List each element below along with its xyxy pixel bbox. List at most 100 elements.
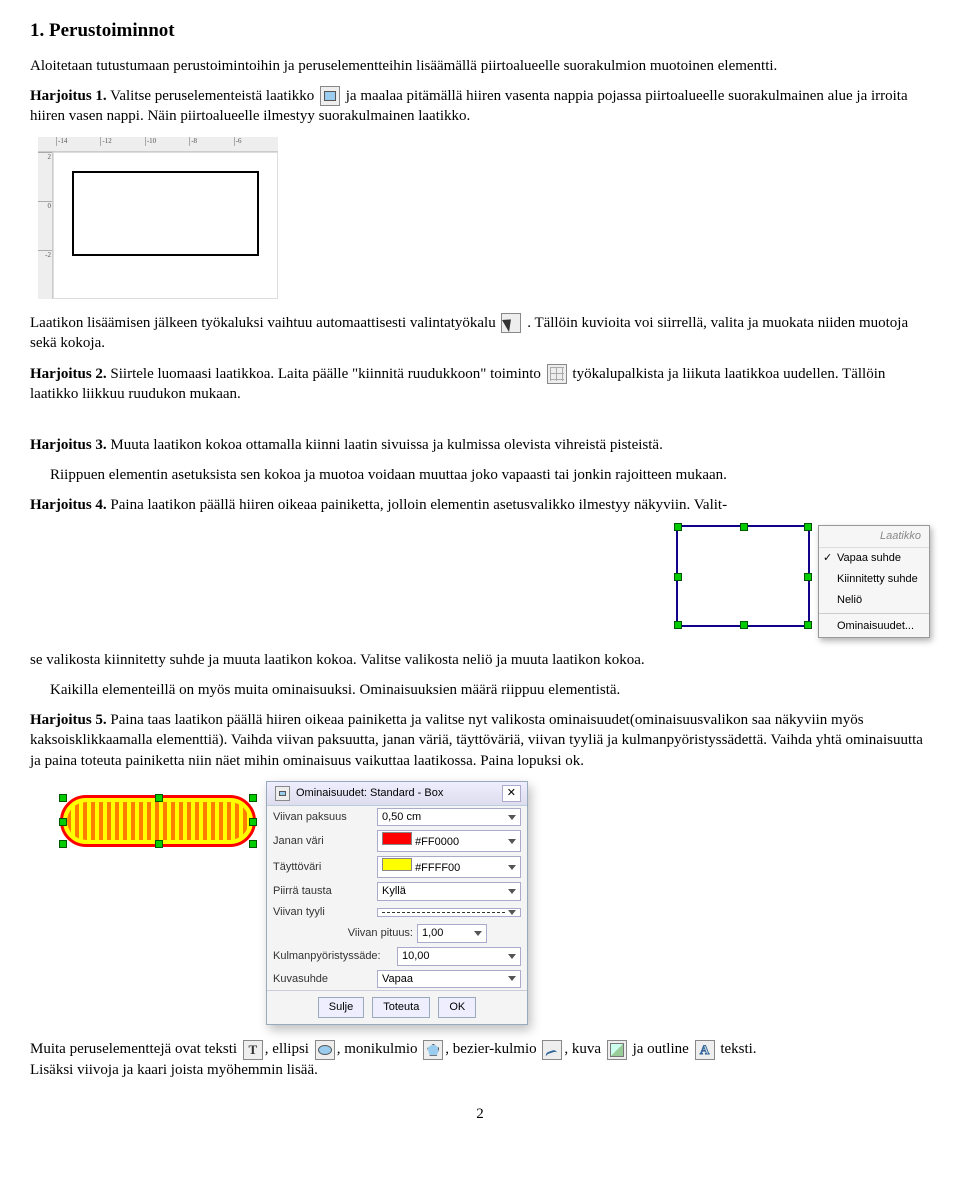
text-span: Siirtele luomaasi laatikkoa. Laita pääll… — [110, 366, 540, 382]
exercise-5: Harjoitus 5. Paina taas laatikon päällä … — [30, 710, 930, 771]
resize-handle-icon — [740, 523, 748, 531]
shape-fill-pattern — [67, 802, 249, 840]
text-span: Paina taas laatikon päällä hiiren oikeaa… — [30, 712, 923, 769]
color-swatch-icon — [382, 832, 412, 845]
chevron-down-icon — [508, 889, 516, 894]
after-figure-1-text: Laatikon lisäämisen jälkeen työkaluksi v… — [30, 313, 930, 354]
apply-button[interactable]: Toteuta — [372, 997, 430, 1018]
text-span: Paina laatikon päällä hiiren oikeaa pain… — [110, 497, 727, 513]
text-span: Muuta laatikon kokoa ottamalla kiinni la… — [110, 437, 662, 453]
field-line-width[interactable]: 0,50 cm — [377, 808, 521, 827]
menu-item-fixed-ratio[interactable]: Kiinnitetty suhde — [819, 569, 929, 590]
resize-handle-icon — [674, 523, 682, 531]
image-tool-icon — [607, 1040, 627, 1060]
field-corner-radius[interactable]: 10,00 — [397, 947, 521, 966]
polygon-tool-icon — [423, 1040, 443, 1060]
exercise-1-text-before: Valitse peruselementeistä laatikko — [110, 88, 314, 104]
dialog-titlebar: Ominaisuudet: Standard - Box ✕ — [267, 782, 527, 806]
resize-handle-icon — [804, 621, 812, 629]
bezier-tool-icon — [542, 1040, 562, 1060]
label-line-length: Viivan pituus: — [273, 926, 413, 941]
ruler-tick: -8 — [189, 137, 233, 146]
context-menu-title: Laatikko — [819, 526, 929, 548]
label-corner-radius: Kulmanpyöristyssäde: — [273, 949, 393, 964]
chevron-down-icon — [508, 976, 516, 981]
figure-properties-dialog: Ominaisuudet: Standard - Box ✕ Viivan pa… — [30, 781, 930, 1025]
exercise-5-label: Harjoitus 5. — [30, 712, 107, 728]
page-number: 2 — [30, 1104, 930, 1124]
field-line-length[interactable]: 1,00 — [417, 924, 487, 943]
figure-ruler-rectangle: -14 -12 -10 -8 -6 2 0 -2 — [38, 137, 278, 299]
ellipse-tool-icon — [315, 1040, 335, 1060]
ruler-tick: -14 — [56, 137, 100, 146]
snap-to-grid-icon — [547, 364, 567, 384]
resize-handle-icon — [59, 840, 67, 848]
context-menu: Laatikko Vapaa suhde Kiinnitetty suhde N… — [818, 525, 930, 637]
ruler-tick: 2 — [38, 152, 52, 201]
exercise-2-label: Harjoitus 2. — [30, 366, 107, 382]
ruler-tick: -10 — [145, 137, 189, 146]
chevron-down-icon — [508, 910, 516, 915]
text-span: teksti — [201, 1041, 241, 1057]
field-line-style[interactable] — [377, 908, 521, 917]
text-tool-icon — [243, 1040, 263, 1060]
resize-handle-icon — [155, 840, 163, 848]
drawing-canvas — [53, 152, 278, 299]
rounded-rectangle-shape — [60, 795, 256, 847]
text-span: , ellipsi — [265, 1041, 313, 1057]
ruler-tick: -12 — [100, 137, 144, 146]
label-draw-bg: Piirrä tausta — [273, 884, 373, 899]
exercise-1: Harjoitus 1. Valitse peruselementeistä l… — [30, 86, 930, 127]
chevron-down-icon — [508, 954, 516, 959]
selected-box — [676, 525, 810, 627]
label-aspect-ratio: Kuvasuhde — [273, 972, 373, 987]
text-span: , kuva — [564, 1041, 604, 1057]
last-paragraph: Muita peruselementtejä ovat teksti , ell… — [30, 1039, 930, 1080]
text-span: Laatikon lisäämisen jälkeen työkaluksi v… — [30, 315, 499, 331]
color-swatch-icon — [382, 858, 412, 871]
resize-handle-icon — [674, 621, 682, 629]
exercise-4-label: Harjoitus 4. — [30, 497, 107, 513]
field-line-color[interactable]: #FF0000 — [377, 830, 521, 852]
outline-text-tool-icon — [695, 1040, 715, 1060]
resize-handle-icon — [59, 794, 67, 802]
menu-item-square[interactable]: Neliö — [819, 590, 929, 611]
ok-button[interactable]: OK — [438, 997, 476, 1018]
close-icon[interactable]: ✕ — [502, 785, 521, 802]
resize-handle-icon — [804, 523, 812, 531]
resize-handle-icon — [249, 840, 257, 848]
menu-item-properties[interactable]: Ominaisuudet... — [819, 616, 929, 637]
dialog-title: Ominaisuudet: Standard - Box — [296, 786, 443, 801]
exercise-3-label: Harjoitus 3. — [30, 437, 107, 453]
exercise-1-label: Harjoitus 1. — [30, 88, 107, 104]
intro-paragraph: Aloitetaan tutustumaan perustoimintoihin… — [30, 56, 930, 76]
vertical-ruler: 2 0 -2 — [38, 152, 53, 299]
resize-handle-icon — [155, 794, 163, 802]
exercise-3-paragraph-2: Riippuen elementin asetuksista sen kokoa… — [50, 465, 930, 485]
ruler-tick: -6 — [234, 137, 278, 146]
field-fill-color[interactable]: #FFFF00 — [377, 856, 521, 878]
label-fill-color: Täyttöväri — [273, 860, 373, 875]
resize-handle-icon — [674, 573, 682, 581]
resize-handle-icon — [249, 818, 257, 826]
rectangle-tool-icon — [320, 86, 340, 106]
ruler-tick: -2 — [38, 250, 52, 299]
menu-separator — [819, 613, 929, 614]
text-span: , monikulmio — [337, 1041, 422, 1057]
text-span: Muita peruselementtejä ovat — [30, 1041, 201, 1057]
chevron-down-icon — [508, 815, 516, 820]
label-line-color: Janan väri — [273, 834, 373, 849]
after-figure-2-text: se valikosta kiinnitetty suhde ja muuta … — [30, 650, 930, 670]
resize-handle-icon — [59, 818, 67, 826]
field-aspect-ratio[interactable]: Vapaa — [377, 970, 521, 989]
chevron-down-icon — [508, 865, 516, 870]
resize-handle-icon — [249, 794, 257, 802]
menu-item-free-ratio[interactable]: Vapaa suhde — [819, 548, 929, 569]
text-span: ja outline — [629, 1041, 693, 1057]
paragraph-kaikilla: Kaikilla elementeillä on myös muita omin… — [50, 680, 930, 700]
field-draw-bg[interactable]: Kyllä — [377, 882, 521, 901]
resize-handle-icon — [804, 573, 812, 581]
properties-dialog: Ominaisuudet: Standard - Box ✕ Viivan pa… — [266, 781, 528, 1025]
close-button[interactable]: Sulje — [318, 997, 364, 1018]
text-span: teksti. — [717, 1041, 757, 1057]
